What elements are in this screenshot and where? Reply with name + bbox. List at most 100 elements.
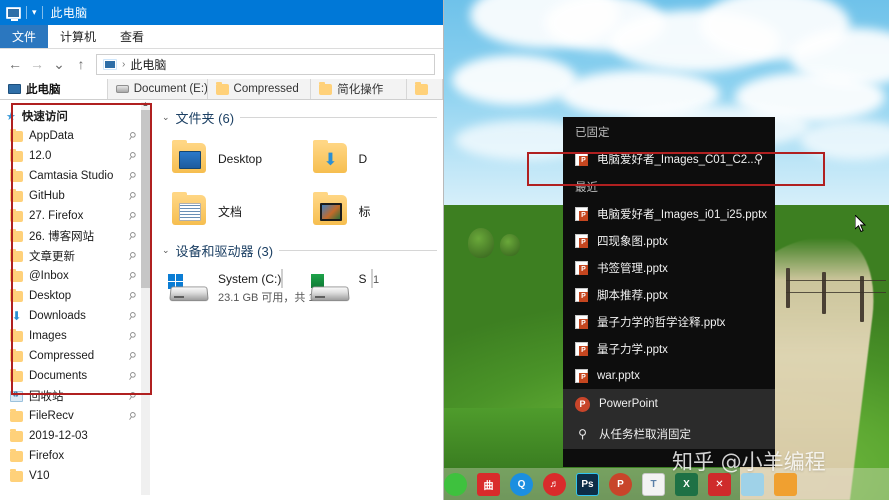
tab-document-e[interactable]: Document (E:) [108,79,208,99]
address-input[interactable]: › 此电脑 [96,53,435,75]
jumplist-recent-item[interactable]: 书签管理.pptx [563,254,775,281]
jumplist-recent-item[interactable]: 量子力学.pptx [563,335,775,362]
sidebar-item-camtasia-studio[interactable]: Camtasia Studio ⚲ [0,166,152,186]
sidebar-item-appdata[interactable]: AppData ⚲ [0,126,152,146]
back-button[interactable]: ← [8,56,22,72]
tab-this-pc[interactable]: 此电脑 [0,79,108,99]
group-title: 文件夹 (6) [175,111,235,126]
folder-icon [215,81,229,95]
folder-tile-downloads[interactable]: ⬇ D [303,133,444,185]
typora-icon[interactable]: T [642,472,665,496]
jumplist-recent-item[interactable]: 量子力学的哲学诠释.pptx [563,308,775,335]
tab-partial[interactable] [407,79,443,99]
powerpoint-file-icon [575,287,588,302]
tab-label: 此电脑 [26,84,61,96]
jumplist-recent-item[interactable]: 四现象图.pptx [563,227,775,254]
sidebar-item-downloads[interactable]: ⬇ Downloads ⚲ [0,306,152,326]
sidebar-item-quick-access[interactable]: ★ 快速访问 [0,106,152,126]
scroll-up-icon[interactable]: ▲ [141,100,150,109]
jumplist-pinned-item[interactable]: 电脑爱好者_Images_C01_C2... ⚲ [563,145,775,172]
forward-button[interactable]: → [30,56,44,72]
jumplist-recent-item[interactable]: 脚本推荐.pptx [563,281,775,308]
folder-icon [170,192,210,227]
divider [240,117,437,118]
chevron-down-icon[interactable]: ⌄ [162,112,170,123]
sidebar-item-article-update[interactable]: 文章更新 ⚲ [0,246,152,266]
folder-icon [10,448,23,462]
powerpoint-icon[interactable]: P [609,472,632,496]
menu-file[interactable]: 文件 [0,25,49,48]
menu-file-label: 文件 [12,30,37,44]
jumplist-item-label: 脚本推荐.pptx [597,289,668,302]
sidebar-item-label: Firefox [29,450,65,462]
jumplist-recent-item[interactable]: war.pptx [563,362,775,389]
jumplist-recent-item[interactable]: 电脑爱好者_Images_i01_i25.pptx [563,200,775,227]
folder-icon [10,428,23,442]
jumplist-pinned-header: 已固定 [575,127,610,139]
folder-icon [10,228,23,242]
powerpoint-file-icon [575,233,588,248]
menu-computer[interactable]: 计算机 [48,25,108,48]
navigation-pane[interactable]: ★ 快速访问 AppData ⚲ 12.0 ⚲ Camtasia Studio … [0,100,152,495]
sidebar-item-desktop[interactable]: Desktop ⚲ [0,286,152,306]
jumplist-item-label: 从任务栏取消固定 [599,429,691,441]
jumplist-unpin-from-taskbar[interactable]: ⚲ 从任务栏取消固定 [563,419,775,449]
sidebar-item-2019-12-03[interactable]: 2019-12-03 [0,426,152,446]
netease-music-icon[interactable]: ♬ [543,472,566,496]
jumplist-open-app[interactable]: P PowerPoint [563,389,775,419]
ribbon-menu: 文件 计算机 查看 [0,25,443,49]
qq-browser-icon[interactable]: Q [510,472,533,496]
wechat-icon[interactable] [444,472,467,496]
sidebar-scrollbar-thumb[interactable] [141,110,150,288]
sidebar-item-26-blog[interactable]: 26. 博客网站 ⚲ [0,226,152,246]
drive-tile-second[interactable]: S 1 [303,266,444,322]
download-icon: ⬇ [11,309,22,323]
folder-tile-desktop[interactable]: Desktop [162,133,303,185]
quick-access-toolbar[interactable]: ▾ [6,6,43,21]
photoshop-icon[interactable]: Ps [576,472,599,496]
sidebar-item-label: 快速访问 [21,111,68,123]
sidebar-item-12-0[interactable]: 12.0 ⚲ [0,146,152,166]
folders-group-header[interactable]: ⌄ 文件夹 (6) [162,108,443,127]
youdao-icon[interactable]: 曲 [477,472,500,496]
unpin-icon[interactable]: ⚲ [754,152,763,166]
folder-tile-documents[interactable]: 文档 [162,185,303,237]
folder-icon [319,81,333,95]
window-title: 此电脑 [50,6,88,20]
jumplist-footer: P PowerPoint ⚲ 从任务栏取消固定 [563,389,775,449]
jumplist-item-label: 量子力学.pptx [597,343,668,356]
tab-compressed[interactable]: Compressed [208,79,312,99]
sidebar-item-27-firefox[interactable]: 27. Firefox ⚲ [0,206,152,226]
jumplist-item-label: PowerPoint [599,398,658,410]
sidebar-item-v10[interactable]: V10 [0,466,152,486]
jumplist-item-label: 量子力学的哲学诠释.pptx [597,316,726,329]
tab-simplify[interactable]: 简化操作 [311,79,408,99]
chevron-down-icon[interactable]: ⌄ [162,245,170,256]
sidebar-item-github[interactable]: GitHub ⚲ [0,186,152,206]
up-button[interactable]: ↑ [74,56,88,72]
drive-label: S [358,272,367,286]
sidebar-item-images[interactable]: Images ⚲ [0,326,152,346]
sidebar-item-recycle-bin[interactable]: 回收站 ⚲ [0,386,152,406]
folder-icon [170,140,210,175]
recent-locations-button[interactable]: ⌄ [52,56,66,73]
chevron-down-icon[interactable]: ▾ [32,8,37,17]
powerpoint-jumplist[interactable]: 已固定 电脑爱好者_Images_C01_C2... ⚲ 最近 电脑爱好者_Im… [563,117,775,467]
unpin-icon: ⚲ [578,427,587,441]
folder-tile-videos[interactable]: 标 [303,185,444,237]
sidebar-item-compressed[interactable]: Compressed ⚲ [0,346,152,366]
sidebar-item-filerecv[interactable]: FileRecv ⚲ [0,406,152,426]
sidebar-item-documents[interactable]: Documents ⚲ [0,366,152,386]
content-pane[interactable]: ⌄ 文件夹 (6) Desktop ⬇ D 文档 标 ⌄ 设备和驱动器 (3) … [152,100,443,495]
screen: 曲 Q ♬ Ps P T X ✕ 已固定 电脑爱好者_Images_C01_C2… [0,0,889,500]
devices-group-header[interactable]: ⌄ 设备和驱动器 (3) [162,241,443,260]
folder-icon [10,188,23,202]
menu-view[interactable]: 查看 [108,25,156,48]
this-pc-icon [6,6,21,21]
drive-tile-system-c[interactable]: System (C:) 23.1 GB 可用，共 122 GB [162,266,346,322]
sidebar-item-firefox[interactable]: Firefox [0,446,152,466]
folder-tile-label: 文档 [218,204,243,219]
jumplist-item-label: 电脑爱好者_Images_i01_i25.pptx [597,208,768,221]
sidebar-item-inbox[interactable]: @Inbox ⚲ [0,266,152,286]
folder-tile-label: Desktop [218,152,263,166]
